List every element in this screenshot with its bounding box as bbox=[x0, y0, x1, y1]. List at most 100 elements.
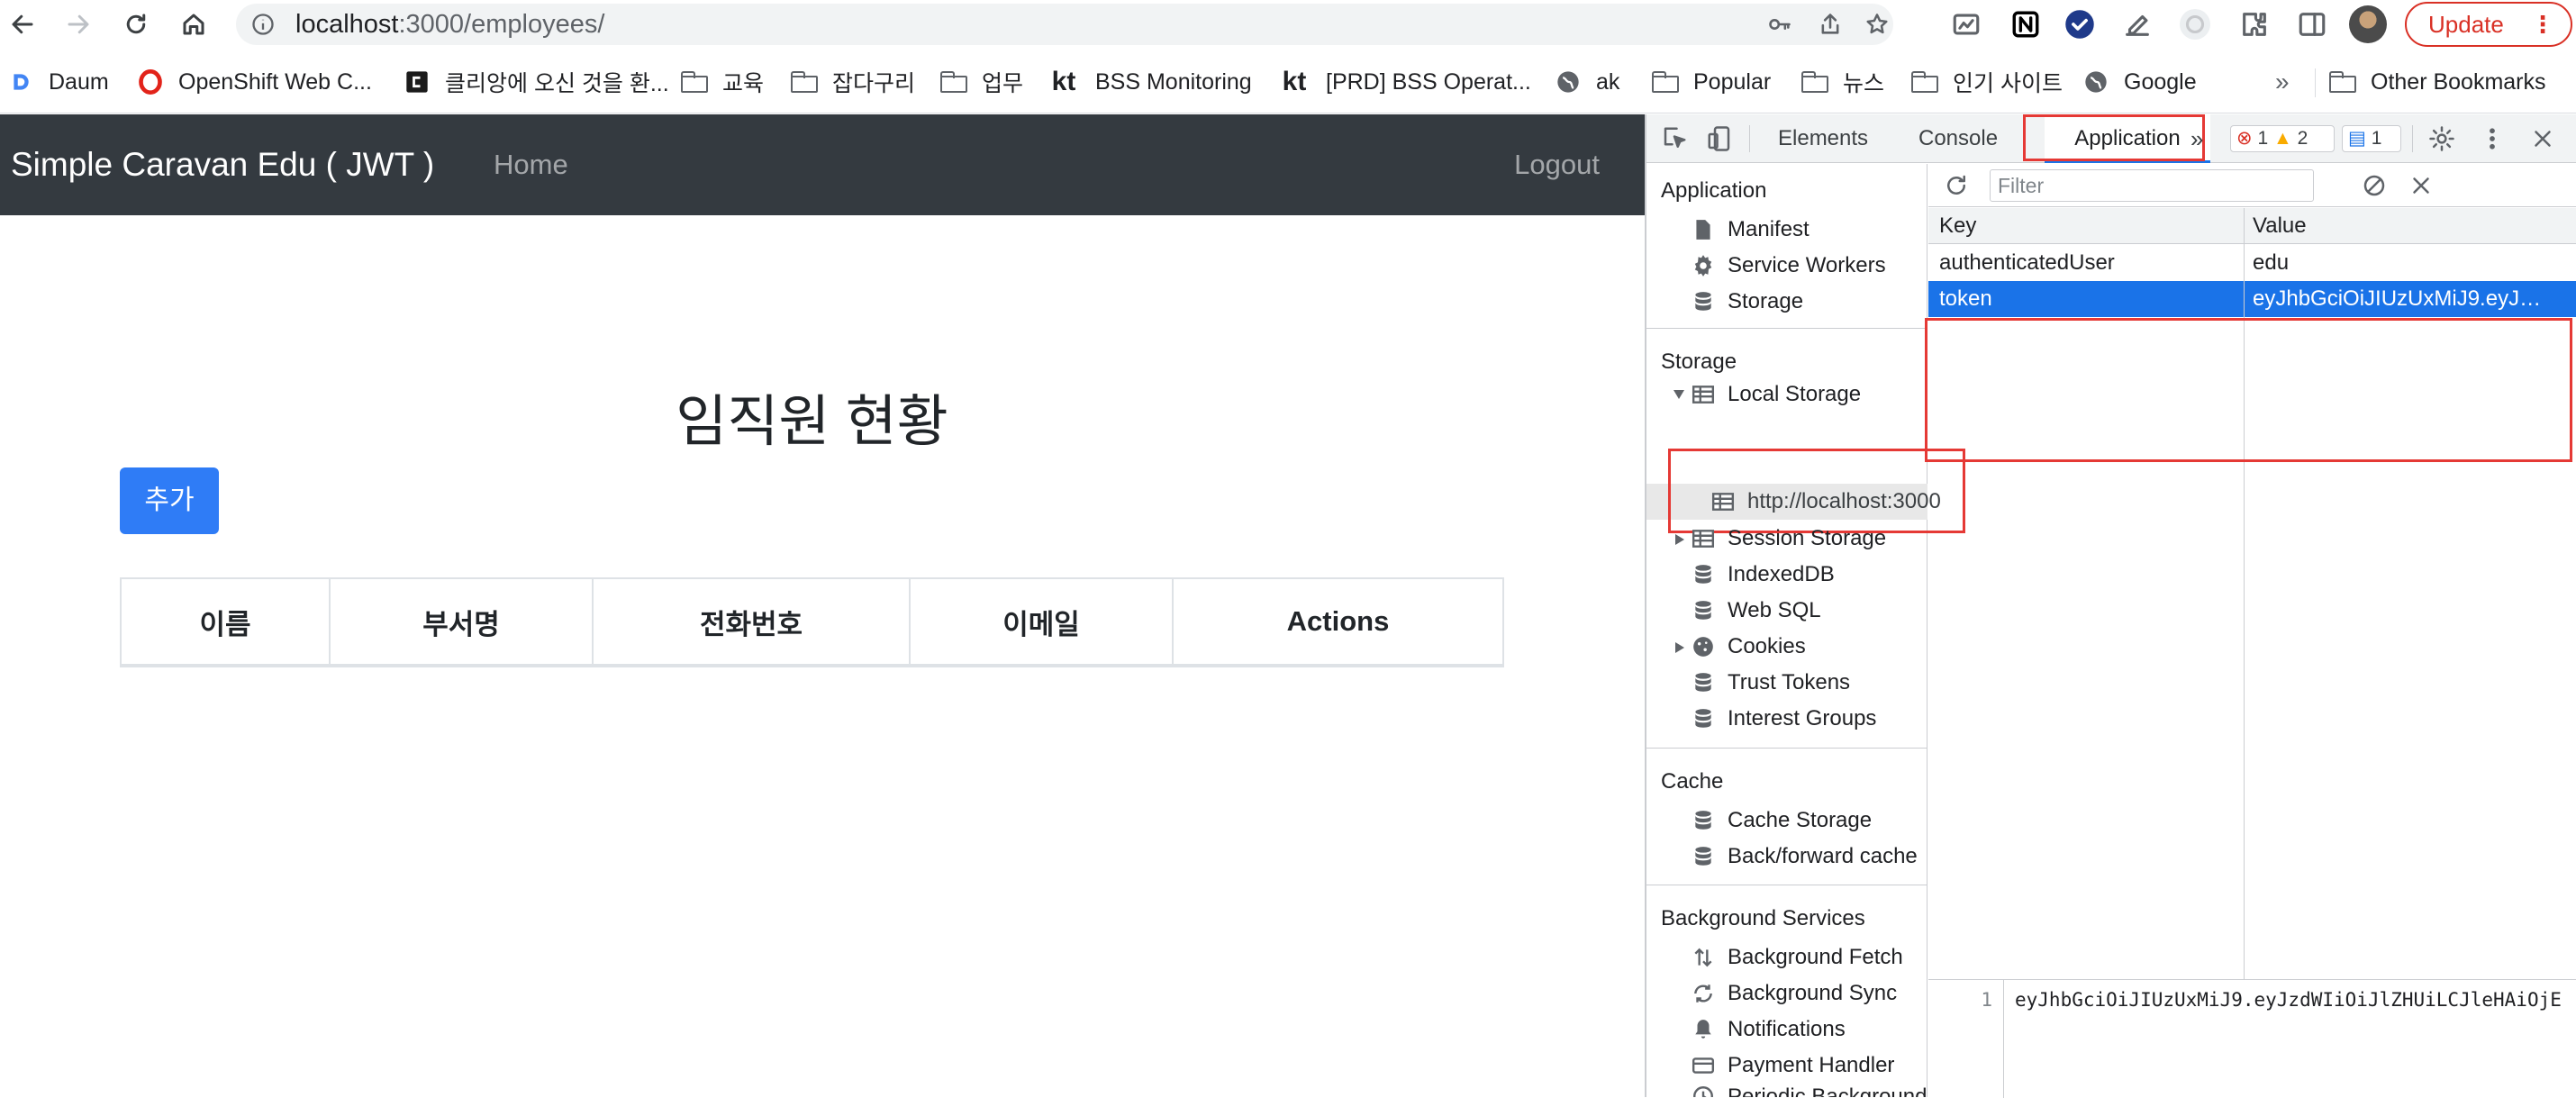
bookmark-folder-misc[interactable]: 잡다구리 bbox=[791, 67, 915, 97]
bookmark-folder-popular[interactable]: Popular bbox=[1652, 67, 1771, 97]
folder-icon bbox=[940, 68, 967, 95]
nav-logout-link[interactable]: Logout bbox=[1514, 114, 1600, 215]
sidebar-item-trust-tokens[interactable]: Trust Tokens bbox=[1692, 666, 1850, 700]
puzzle-extensions-icon[interactable] bbox=[2239, 9, 2270, 40]
home-icon bbox=[183, 14, 204, 35]
sidebar-item-payment-handler[interactable]: Payment Handler bbox=[1692, 1048, 1894, 1083]
bookmark-folder-edu[interactable]: 교육 bbox=[681, 67, 764, 97]
bookmark-openshift[interactable]: OpenShift Web C... bbox=[137, 67, 372, 97]
sidebar-item-label: IndexedDB bbox=[1728, 562, 1835, 586]
application-sidebar: Application Manifest Service Workers Sto… bbox=[1646, 164, 1981, 1097]
column-header-email: 이메일 bbox=[909, 577, 1174, 667]
expand-triangle-icon[interactable] bbox=[1673, 390, 1684, 399]
back-arrow-icon bbox=[12, 14, 33, 34]
extension-icon-2[interactable] bbox=[2180, 9, 2210, 40]
profile-avatar[interactable] bbox=[2349, 5, 2387, 43]
sidebar-item-cache-storage[interactable]: Cache Storage bbox=[1692, 803, 1872, 838]
message-icon: ▤ bbox=[2348, 128, 2366, 149]
menu-dots-icon[interactable]: ⋮ bbox=[2531, 4, 2554, 45]
browser-toolbar: localhost:3000/employees/ Update ⋮ bbox=[0, 0, 2576, 49]
storage-filter-bar: Filter bbox=[1928, 164, 2576, 207]
kt-icon: kt bbox=[1282, 67, 1307, 96]
highlight-box-storage-table bbox=[1925, 318, 2572, 462]
sidebar-item-local-storage[interactable]: Local Storage bbox=[1692, 377, 1861, 412]
sidebar-item-indexeddb[interactable]: IndexedDB bbox=[1692, 558, 1835, 592]
notion-icon[interactable] bbox=[2010, 9, 2041, 40]
bookmark-folder-news[interactable]: 뉴스 bbox=[1801, 67, 1884, 97]
tab-elements[interactable]: Elements bbox=[1778, 114, 1868, 163]
filter-input[interactable]: Filter bbox=[1990, 169, 2314, 202]
error-icon: ⊗ bbox=[2236, 128, 2253, 149]
bookmarks-overflow-chevron[interactable]: » bbox=[2275, 67, 2290, 97]
bookmark-star-icon[interactable] bbox=[1864, 12, 1890, 37]
collapse-triangle-icon[interactable] bbox=[1675, 642, 1684, 653]
more-tabs-chevron[interactable]: » bbox=[2191, 114, 2203, 163]
clear-all-icon[interactable] bbox=[2361, 172, 2388, 199]
close-devtools-icon[interactable] bbox=[2529, 125, 2556, 152]
side-panel-icon[interactable] bbox=[2297, 9, 2327, 40]
globe-icon bbox=[2082, 68, 2109, 95]
app-brand[interactable]: Simple Caravan Edu ( JWT ) bbox=[11, 114, 434, 215]
sidebar-item-session-storage[interactable]: Session Storage bbox=[1692, 522, 1886, 556]
issues-counter[interactable]: ⊗ 1 ▲ 2 bbox=[2230, 125, 2335, 152]
table-row[interactable]: authenticatedUser edu bbox=[1928, 245, 2576, 281]
sidebar-item-back-forward-cache[interactable]: Back/forward cache bbox=[1692, 839, 1918, 874]
tab-console[interactable]: Console bbox=[1918, 114, 1998, 163]
share-icon[interactable] bbox=[1818, 12, 1843, 37]
url-text[interactable]: localhost:3000/employees/ bbox=[295, 4, 604, 45]
bookmark-other-bookmarks[interactable]: Other Bookmarks bbox=[2329, 67, 2546, 97]
delete-selected-icon[interactable] bbox=[2408, 172, 2435, 199]
inspect-element-icon[interactable] bbox=[1661, 125, 1688, 152]
device-toolbar-icon[interactable] bbox=[1706, 125, 1733, 152]
bookmark-bss-operation[interactable]: kt [PRD] BSS Operat... bbox=[1277, 67, 1531, 97]
address-bar[interactable]: localhost:3000/employees/ bbox=[236, 4, 1893, 45]
sidebar-item-manifest[interactable]: Manifest bbox=[1692, 213, 1810, 247]
key-icon[interactable] bbox=[1767, 12, 1792, 37]
update-button[interactable]: Update ⋮ bbox=[2405, 2, 2572, 47]
sidebar-item-interest-groups[interactable]: Interest Groups bbox=[1692, 702, 1876, 736]
reload-button[interactable] bbox=[117, 5, 155, 43]
nav-home-link[interactable]: Home bbox=[494, 114, 568, 215]
sidebar-item-label: Storage bbox=[1728, 289, 1804, 313]
storage-value: eyJhbGciOiJIUzUxMiJ9.eyJ… bbox=[2253, 286, 2542, 311]
table-row-selected[interactable]: token eyJhbGciOiJIUzUxMiJ9.eyJ… bbox=[1928, 281, 2576, 317]
column-header-name: 이름 bbox=[120, 577, 331, 667]
home-button[interactable] bbox=[175, 5, 213, 43]
storage-value: edu bbox=[2253, 250, 2290, 275]
extension-icon-1[interactable] bbox=[1951, 9, 1982, 40]
bookmark-clien[interactable]: 클리앙에 오신 것을 환... bbox=[404, 67, 669, 97]
preview-value-text[interactable]: eyJhbGciOiJIUzUxMiJ9.eyJzdWIiOiJlZHUiLCJ… bbox=[2015, 989, 2573, 1011]
bookmark-google[interactable]: Google bbox=[2082, 67, 2197, 97]
bookmark-folder-popular-sites[interactable]: 인기 사이트 bbox=[1911, 67, 2063, 97]
bookmark-folder-work[interactable]: 업무 bbox=[940, 67, 1023, 97]
bookmark-daum[interactable]: Daum bbox=[7, 67, 109, 97]
sidebar-item-cookies[interactable]: Cookies bbox=[1692, 630, 1806, 664]
sidebar-item-background-fetch[interactable]: Background Fetch bbox=[1692, 940, 1903, 975]
refresh-icon[interactable] bbox=[1943, 172, 1970, 199]
sidebar-item-service-workers[interactable]: Service Workers bbox=[1692, 249, 1886, 283]
column-header-key[interactable]: Key bbox=[1939, 208, 1976, 244]
bookmark-bss-monitoring[interactable]: kt BSS Monitoring bbox=[1047, 67, 1252, 97]
bookmark-label: Google bbox=[2124, 68, 2197, 95]
warning-icon: ▲ bbox=[2272, 128, 2292, 149]
database-icon bbox=[1692, 290, 1715, 313]
sidebar-item-web-sql[interactable]: Web SQL bbox=[1692, 594, 1821, 628]
check-extension-icon[interactable] bbox=[2064, 9, 2095, 40]
back-button[interactable] bbox=[4, 5, 41, 43]
more-options-icon[interactable] bbox=[2479, 125, 2506, 152]
sidebar-item-storage[interactable]: Storage bbox=[1692, 285, 1803, 319]
employee-table: 이름 부서명 전화번호 이메일 Actions bbox=[120, 577, 1504, 667]
column-header-actions: Actions bbox=[1172, 577, 1504, 667]
forward-button[interactable] bbox=[59, 5, 97, 43]
collapse-triangle-icon[interactable] bbox=[1675, 534, 1684, 545]
bookmark-ak[interactable]: ak bbox=[1555, 67, 1619, 97]
messages-counter[interactable]: ▤ 1 bbox=[2342, 125, 2401, 152]
info-icon[interactable] bbox=[250, 12, 276, 37]
folder-icon bbox=[791, 68, 818, 95]
edit-extension-icon[interactable] bbox=[2122, 9, 2153, 40]
sidebar-item-background-sync[interactable]: Background Sync bbox=[1692, 976, 1897, 1011]
column-header-value[interactable]: Value bbox=[2253, 208, 2568, 244]
sidebar-item-notifications[interactable]: Notifications bbox=[1692, 1012, 1846, 1047]
add-employee-button[interactable]: 추가 bbox=[120, 467, 219, 534]
settings-gear-icon[interactable] bbox=[2428, 125, 2455, 152]
